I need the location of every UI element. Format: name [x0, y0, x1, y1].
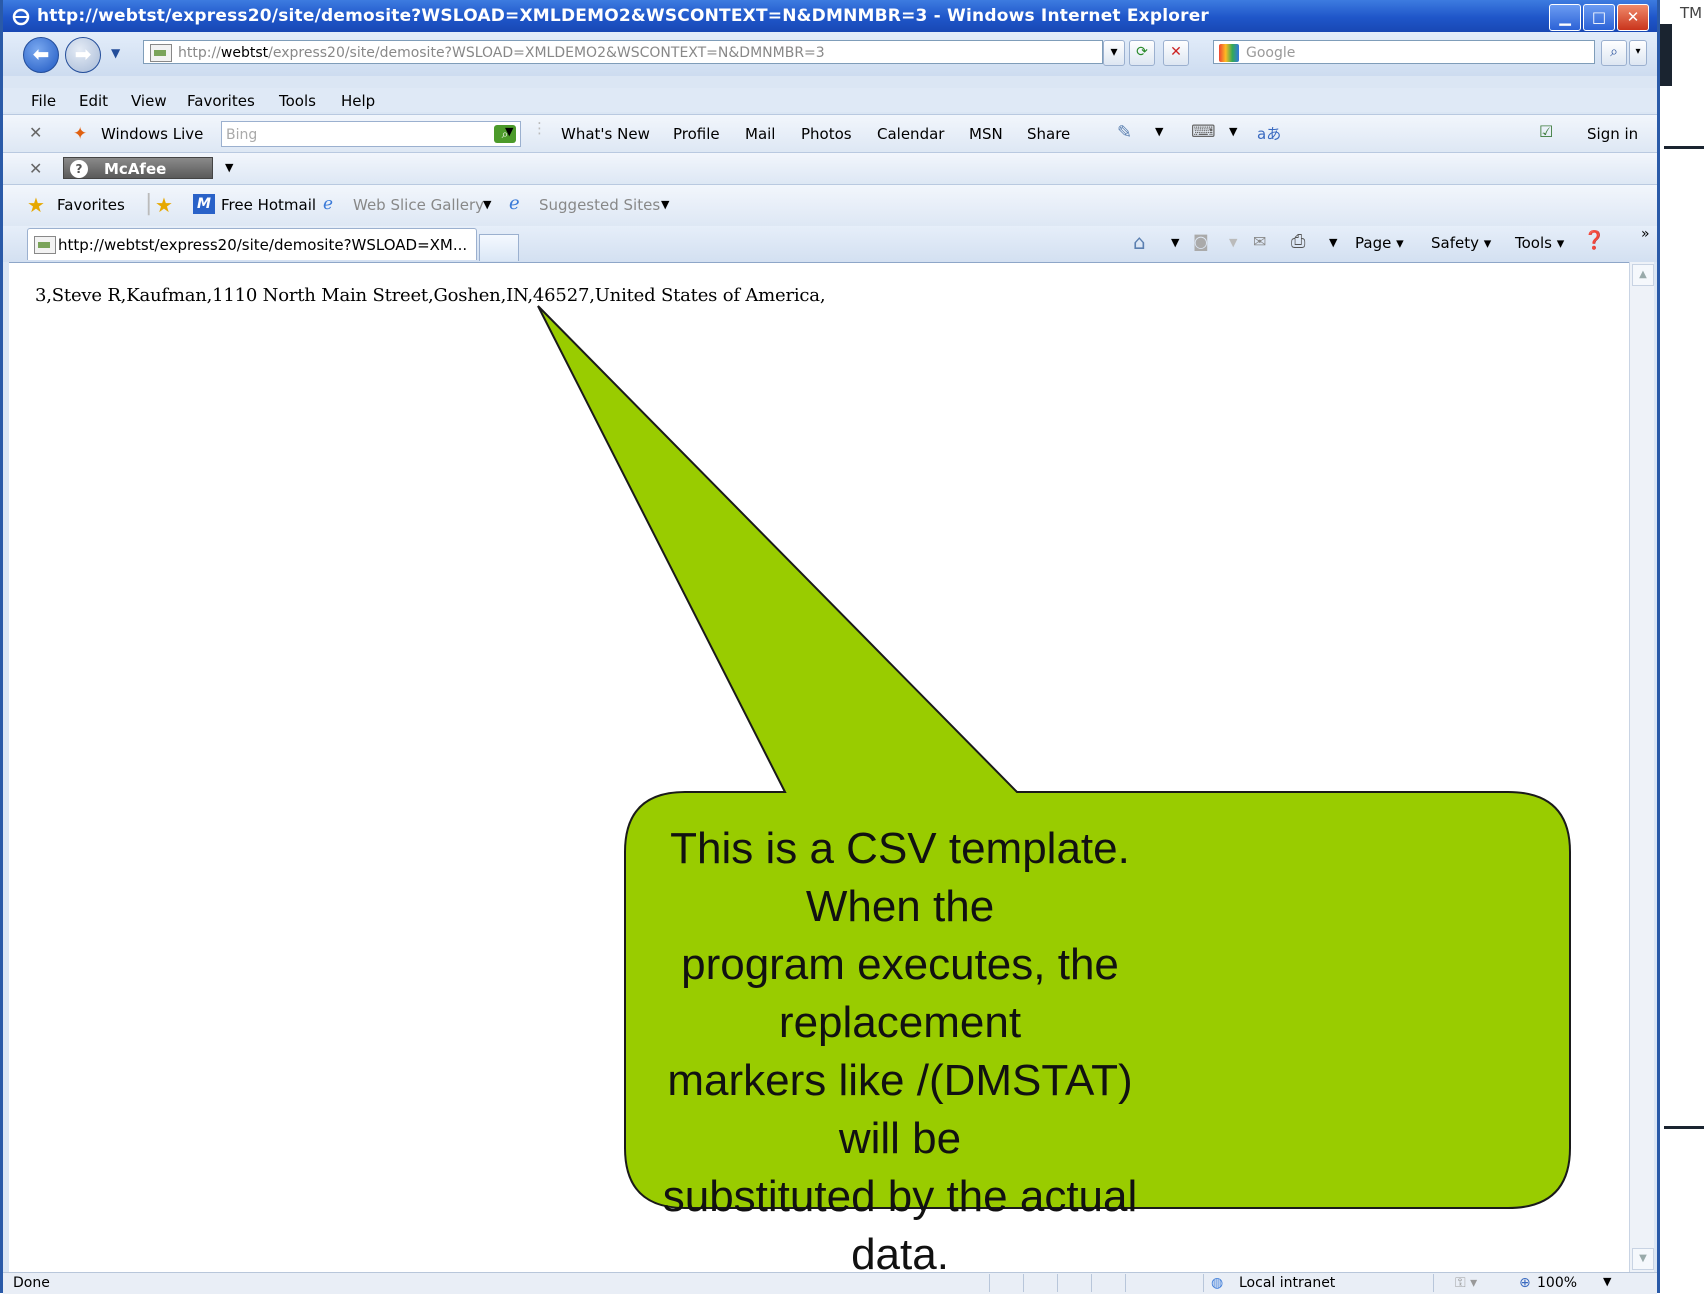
callout-line-4: substituted by the actual data. [662, 1172, 1138, 1279]
callout-line-2: program executes, the replacement [681, 940, 1119, 1047]
callout-line-1: This is a CSV template. When the [670, 824, 1130, 931]
callout-line-3: markers like /(DMSTAT) will be [667, 1056, 1133, 1163]
callout-text: This is a CSV template. When the program… [640, 820, 1160, 1284]
